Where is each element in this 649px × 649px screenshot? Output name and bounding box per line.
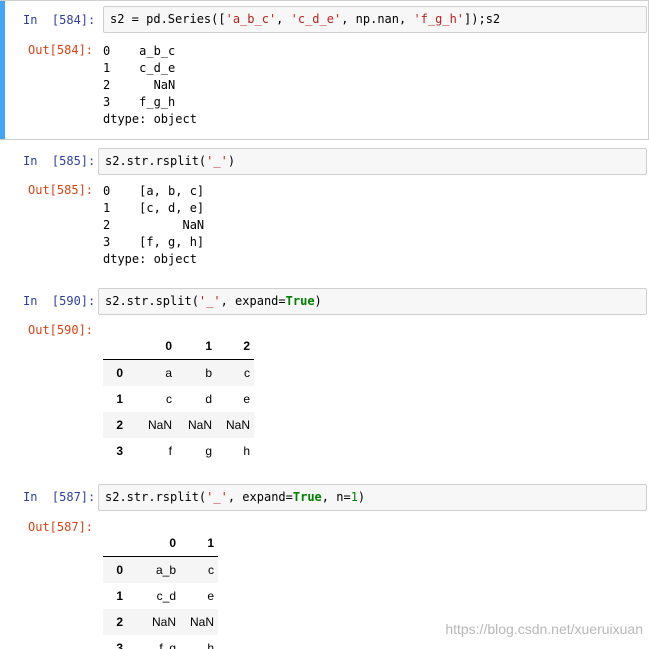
table-cell: NaN [187,418,212,432]
table-row: 0 a_b c [103,556,218,583]
table-cell: c [244,366,250,380]
column-header: 2 [216,333,254,360]
row-index: 1 [116,589,123,603]
table-cell: b [205,366,212,380]
table-row: 2 NaN NaN [103,609,218,635]
input-prompt: In [584]: [23,13,96,27]
table-row: 3 f g h [103,438,254,464]
column-header: 1 [176,333,216,360]
code-input[interactable]: s2.str.rsplit('_', expand=True, n=1) [98,484,647,511]
table-cell: h [243,444,250,458]
table-cell: d [205,392,212,406]
dataframe-table: 0 1 0 a_b c 1 c_d e 2 NaN NaN 3 f_g h [103,530,218,649]
table-cell: f_g [159,641,176,649]
table-cell: c [166,392,172,406]
cell-output: 0 [a, b, c] 1 [c, d, e] 2 NaN 3 [f, g, h… [103,184,205,267]
column-header: 0 [127,333,176,360]
table-cell: a_b [155,563,176,577]
table-row: 1 c_d e [103,583,218,609]
code-input[interactable]: s2 = pd.Series(['a_b_c', 'c_d_e', np.nan… [103,6,647,33]
table-row: 3 f_g h [103,635,218,649]
output-prompt: Out[584]: [28,43,94,57]
table-header-row: 0 1 2 [103,333,254,360]
input-prompt: In [590]: [23,294,96,308]
row-index: 0 [116,366,123,380]
row-index: 3 [116,641,123,649]
table-cell: c_d [156,589,176,603]
code-text: s2.str.rsplit('_') [105,154,236,168]
code-input[interactable]: s2.str.split('_', expand=True) [98,288,647,315]
notebook-cell-590[interactable]: In [590]: s2.str.split('_', expand=True)… [0,285,649,480]
notebook-cell-584[interactable]: In [584]: s2 = pd.Series(['a_b_c', 'c_d_… [0,0,649,140]
table-cell: NaN [151,615,176,629]
table-cell: f [168,444,172,458]
table-cell: NaN [225,418,250,432]
table-row: 2 NaN NaN NaN [103,412,254,438]
output-prompt: Out[585]: [28,183,94,197]
input-prompt: In [585]: [23,154,96,168]
table-row: 1 c d e [103,386,254,412]
dataframe-table: 0 1 2 0 a b c 1 c d e 2 NaN NaN NaN 3 f … [103,333,254,464]
table-row: 0 a b c [103,359,254,386]
index-header [103,530,127,557]
row-index: 1 [116,392,123,406]
notebook-cell-585[interactable]: In [585]: s2.str.rsplit('_') Out[585]: 0… [0,145,649,280]
column-header: 1 [180,530,218,557]
code-text: s2.str.split('_', expand=True) [105,294,322,308]
column-header: 0 [127,530,180,557]
row-index: 2 [116,418,123,432]
table-cell: e [243,392,250,406]
table-cell: h [207,641,214,649]
table-cell: NaN [189,615,214,629]
row-index: 0 [116,563,123,577]
table-cell: e [207,589,214,603]
row-index: 2 [116,615,123,629]
row-index: 3 [116,444,123,458]
input-prompt: In [587]: [23,490,96,504]
cell-output: 0 a_b_c 1 c_d_e 2 NaN 3 f_g_h dtype: obj… [103,44,197,127]
watermark-text: https://blog.csdn.net/xueruixuan [445,621,643,637]
table-cell: c [208,563,214,577]
index-header [103,333,127,360]
output-prompt: Out[587]: [28,520,94,534]
code-text: s2.str.rsplit('_', expand=True, n=1) [105,490,366,504]
table-cell: a [165,366,172,380]
code-text: s2 = pd.Series(['a_b_c', 'c_d_e', np.nan… [110,12,501,26]
table-cell: NaN [147,418,172,432]
code-input[interactable]: s2.str.rsplit('_') [98,148,647,175]
table-header-row: 0 1 [103,530,218,557]
table-cell: g [205,444,212,458]
notebook-page: In [584]: s2 = pd.Series(['a_b_c', 'c_d_… [0,0,649,649]
output-prompt: Out[590]: [28,323,94,337]
